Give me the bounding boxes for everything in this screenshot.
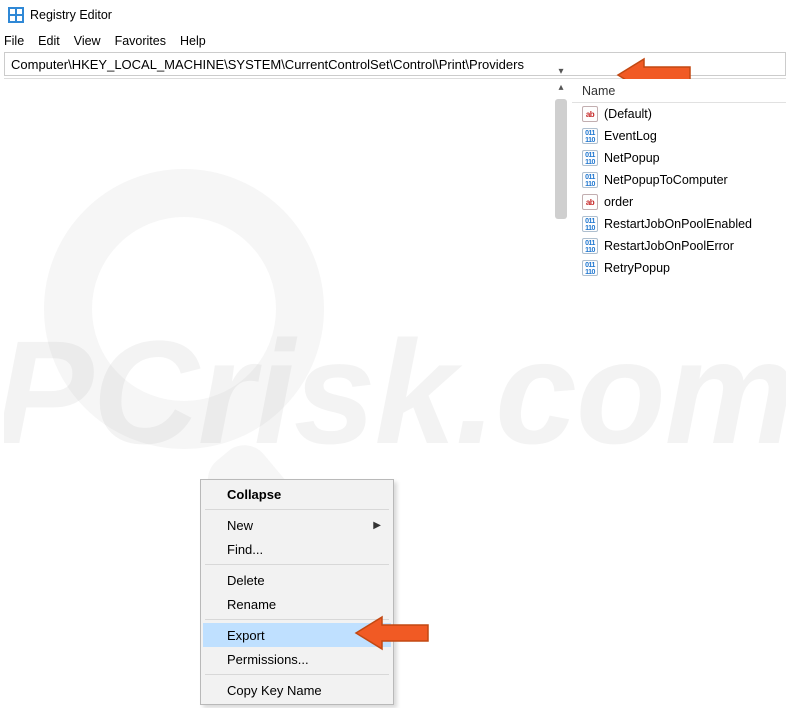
- reg-binary-icon: 011110: [582, 128, 598, 144]
- menu-view[interactable]: View: [74, 34, 101, 48]
- content-area: PCrisk.com ›NetTrace›Network›NetworkProv…: [4, 78, 786, 708]
- context-export[interactable]: Export: [203, 623, 391, 647]
- list-item[interactable]: 011110 EventLog: [572, 125, 786, 147]
- reg-binary-icon: 011110: [582, 238, 598, 254]
- list-item[interactable]: 011110 NetPopup: [572, 147, 786, 169]
- menu-help[interactable]: Help: [180, 34, 206, 48]
- scroll-up-arrow[interactable]: ▴: [553, 79, 569, 95]
- list-item-label: NetPopup: [604, 151, 660, 165]
- context-collapse[interactable]: Collapse: [203, 482, 391, 506]
- menu-edit[interactable]: Edit: [38, 34, 60, 48]
- list-item-label: RetryPopup: [604, 261, 670, 275]
- menubar: File Edit View Favorites Help: [0, 30, 790, 52]
- list-item-label: RestartJobOnPoolEnabled: [604, 217, 752, 231]
- list-item-label: RestartJobOnPoolError: [604, 239, 734, 253]
- reg-string-icon: ab: [582, 106, 598, 122]
- list-header-name[interactable]: Name: [572, 79, 786, 103]
- list-item-label: (Default): [604, 107, 652, 121]
- list-item-label: EventLog: [604, 129, 657, 143]
- list-item-label: order: [604, 195, 633, 209]
- context-copy-key-name[interactable]: Copy Key Name: [203, 678, 391, 702]
- tree-view[interactable]: ›NetTrace›Network›NetworkProvider›Networ…: [4, 79, 568, 85]
- reg-string-icon: ab: [582, 194, 598, 210]
- window-title: Registry Editor: [30, 8, 112, 22]
- reg-binary-icon: 011110: [582, 216, 598, 232]
- context-find[interactable]: Find...: [203, 537, 391, 561]
- submenu-arrow-icon: ▶: [373, 520, 381, 531]
- context-permissions[interactable]: Permissions...: [203, 647, 391, 671]
- reg-binary-icon: 011110: [582, 260, 598, 276]
- context-delete[interactable]: Delete: [203, 568, 391, 592]
- context-rename[interactable]: Rename: [203, 592, 391, 616]
- reg-binary-icon: 011110: [582, 172, 598, 188]
- list-item[interactable]: 011110 RestartJobOnPoolEnabled: [572, 213, 786, 235]
- list-item[interactable]: ab (Default): [572, 103, 786, 125]
- address-bar[interactable]: Computer\HKEY_LOCAL_MACHINE\SYSTEM\Curre…: [4, 52, 786, 76]
- address-text[interactable]: Computer\HKEY_LOCAL_MACHINE\SYSTEM\Curre…: [11, 57, 524, 72]
- context-menu: Collapse New ▶ Find... Delete Rename Exp…: [200, 479, 394, 705]
- list-item[interactable]: 011110 NetPopupToComputer: [572, 169, 786, 191]
- menu-favorites[interactable]: Favorites: [115, 34, 166, 48]
- titlebar: Registry Editor: [0, 0, 790, 30]
- app-icon: [8, 7, 24, 23]
- menu-file[interactable]: File: [4, 34, 24, 48]
- reg-binary-icon: 011110: [582, 150, 598, 166]
- list-item-label: NetPopupToComputer: [604, 173, 728, 187]
- scroll-down-arrow[interactable]: ▾: [553, 63, 569, 79]
- context-new[interactable]: New ▶: [203, 513, 391, 537]
- scroll-thumb[interactable]: [555, 99, 567, 219]
- list-item[interactable]: 011110 RetryPopup: [572, 257, 786, 279]
- list-item[interactable]: aborder: [572, 191, 786, 213]
- list-item[interactable]: 011110 RestartJobOnPoolError: [572, 235, 786, 257]
